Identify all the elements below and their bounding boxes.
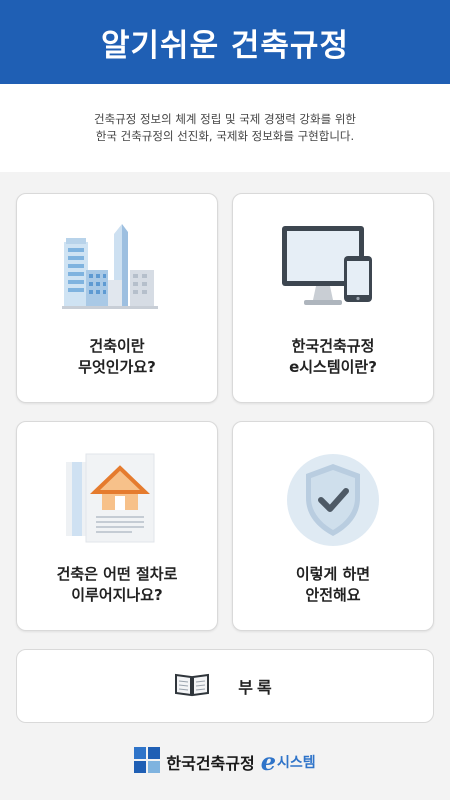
card-building-procedure[interactable]: 건축은 어떤 절차로 이루어지나요? — [16, 421, 218, 631]
security-shield-icon — [278, 448, 388, 548]
footer-e-mark: e — [260, 747, 276, 776]
card-label-line-2: 안전해요 — [305, 586, 361, 604]
house-document-icon — [62, 448, 172, 548]
card-label-line-1: 건축은 어떤 절차로 — [56, 565, 178, 583]
card-label-line-2: e시스템이란? — [289, 358, 377, 376]
city-buildings-icon — [62, 220, 172, 320]
footer-brand-text: 한국건축규정 — [166, 754, 255, 773]
footer-system-text: 시스템 — [276, 755, 316, 771]
card-label-line-1: 건축이란 — [89, 337, 145, 355]
card-label: 건축이란 무엇인가요? — [78, 336, 156, 378]
card-label-line-1: 이렇게 하면 — [295, 565, 371, 583]
intro-section: 건축규정 정보의 체계 정립 및 국제 경쟁력 강화를 위한 한국 건축규정의 … — [0, 84, 450, 172]
card-label: 한국건축규정 e시스템이란? — [289, 336, 377, 378]
app-header: 알기쉬운 건축규정 — [0, 0, 450, 84]
card-label: 이렇게 하면 안전해요 — [296, 564, 370, 606]
appendix-label: 부록 — [238, 678, 276, 697]
card-e-system[interactable]: 한국건축규정 e시스템이란? — [232, 193, 434, 403]
card-label-line-2: 이루어지나요? — [71, 586, 163, 604]
card-safety[interactable]: 이렇게 하면 안전해요 — [232, 421, 434, 631]
page-title: 알기쉬운 건축규정 — [101, 27, 349, 64]
card-what-is-architecture[interactable]: 건축이란 무엇인가요? — [16, 193, 218, 403]
footer-logo: 한국건축규정 e 시스템 — [0, 740, 450, 784]
card-label-line-1: 한국건축규정 — [291, 337, 375, 355]
card-label: 건축은 어떤 절차로 이루어지나요? — [57, 564, 178, 606]
intro-line-2: 한국 건축규정의 선진화, 국제화 정보화를 구현합니다. — [95, 129, 355, 143]
intro-line-1: 건축규정 정보의 체계 정립 및 국제 경쟁력 강화를 위한 — [93, 112, 356, 126]
brand-logo-icon — [134, 747, 161, 777]
appendix-button[interactable]: 부록 — [16, 649, 434, 723]
card-label-line-2: 무엇인가요? — [78, 358, 156, 376]
computer-phone-icon — [278, 220, 388, 320]
open-book-icon — [174, 671, 210, 701]
